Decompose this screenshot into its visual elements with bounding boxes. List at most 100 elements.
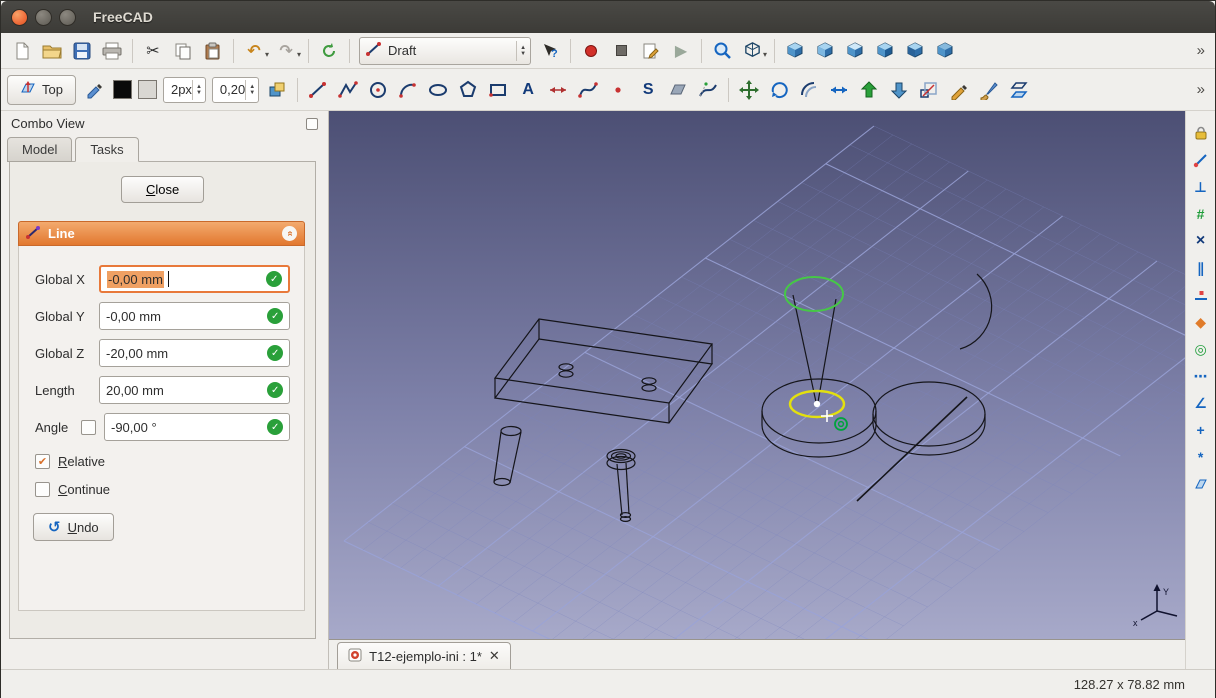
text-scale-spinbox[interactable]: 0,20 ▲▼	[212, 77, 259, 103]
set-style-icon[interactable]	[80, 76, 110, 104]
paste-icon[interactable]	[198, 37, 228, 65]
right-view-icon[interactable]	[870, 37, 900, 65]
refresh-icon[interactable]	[314, 37, 344, 65]
maximize-window-button[interactable]	[59, 9, 76, 26]
draft-text-icon[interactable]: A	[513, 76, 543, 104]
draft-downgrade-icon[interactable]	[884, 76, 914, 104]
undo-menu-arrow-icon[interactable]: ▾	[265, 50, 269, 59]
angle-lock-checkbox[interactable]	[81, 420, 96, 435]
viewport-background	[329, 111, 1185, 639]
snap-grid-icon[interactable]: #	[1189, 202, 1213, 226]
text-scale-arrows-icon[interactable]: ▲▼	[245, 80, 255, 100]
draft-offset-icon[interactable]	[794, 76, 824, 104]
autogroup-icon[interactable]	[262, 76, 292, 104]
global-y-row: Global Y -0,00 mm ✓	[35, 302, 290, 330]
draft-shapestring-icon[interactable]: S	[633, 76, 663, 104]
draft-scale-icon[interactable]	[914, 76, 944, 104]
snap-perpendicular-icon[interactable]: ⊥	[1189, 175, 1213, 199]
zoom-fit-icon[interactable]	[707, 37, 737, 65]
draft-ellipse-icon[interactable]	[423, 76, 453, 104]
axonometric-view-icon[interactable]	[780, 37, 810, 65]
line-task-header[interactable]: Line «	[18, 221, 305, 246]
draft-point-icon[interactable]	[603, 76, 633, 104]
draft-line-icon[interactable]	[303, 76, 333, 104]
global-x-input[interactable]: -0,00 mm ✓	[99, 265, 290, 293]
document-tab[interactable]: T12-ejemplo-ini : 1* ✕	[337, 642, 511, 669]
snap-intersection-icon[interactable]: ×	[1189, 229, 1213, 253]
panel-float-icon[interactable]	[306, 118, 318, 130]
global-y-input[interactable]: -0,00 mm ✓	[99, 302, 290, 330]
working-plane-button[interactable]: Top	[7, 75, 76, 105]
close-window-button[interactable]	[11, 9, 28, 26]
snap-midpoint-icon[interactable]: +	[1189, 418, 1213, 442]
top-view-icon[interactable]	[840, 37, 870, 65]
close-task-button[interactable]: Close	[121, 176, 204, 203]
draft-rotate-icon[interactable]	[764, 76, 794, 104]
redo-menu-arrow-icon[interactable]: ▾	[297, 50, 301, 59]
front-view-icon[interactable]	[810, 37, 840, 65]
minimize-window-button[interactable]	[35, 9, 52, 26]
cut-icon[interactable]: ✂	[138, 37, 168, 65]
rear-view-icon[interactable]	[900, 37, 930, 65]
workbench-selector-arrows-icon[interactable]: ▲▼	[516, 41, 526, 61]
snap-special-icon[interactable]: ◆	[1189, 310, 1213, 334]
draft-rectangle-icon[interactable]	[483, 76, 513, 104]
draft-wire-icon[interactable]	[333, 76, 363, 104]
close-tab-icon[interactable]: ✕	[489, 648, 500, 664]
new-document-icon[interactable]	[7, 37, 37, 65]
draft-bezier-icon[interactable]	[693, 76, 723, 104]
snap-near-icon[interactable]	[1189, 283, 1213, 307]
snap-angle-icon[interactable]: ∠	[1189, 391, 1213, 415]
toolbar-overflow-icon[interactable]: »	[1193, 42, 1209, 59]
snap-parallel-icon[interactable]: ∥	[1189, 256, 1213, 280]
collapse-section-icon[interactable]: «	[282, 226, 297, 241]
tab-model[interactable]: Model	[7, 137, 72, 162]
snap-lock-icon[interactable]	[1189, 121, 1213, 145]
line-task-section: Line « Global X -0,00 mm ✓	[18, 221, 305, 611]
macro-edit-icon[interactable]	[636, 37, 666, 65]
draft-circle-icon[interactable]	[363, 76, 393, 104]
toolbar-overflow-icon[interactable]: »	[1193, 81, 1209, 98]
open-document-icon[interactable]	[37, 37, 67, 65]
angle-input[interactable]: -90,00 ° ✓	[104, 413, 290, 441]
continue-checkbox[interactable]	[35, 482, 50, 497]
draft-polygon-icon[interactable]	[453, 76, 483, 104]
draft-move-icon[interactable]	[734, 76, 764, 104]
draft-shape2dview-icon[interactable]	[1004, 76, 1034, 104]
draft-apply-style-icon[interactable]	[974, 76, 1004, 104]
line-color-swatch[interactable]	[113, 80, 132, 99]
face-color-swatch[interactable]	[138, 80, 157, 99]
relative-checkbox[interactable]	[35, 454, 50, 469]
snap-dimensions-icon[interactable]: ⋯	[1189, 364, 1213, 388]
save-icon[interactable]	[67, 37, 97, 65]
length-input[interactable]: 20,00 mm ✓	[99, 376, 290, 404]
snap-ortho-icon[interactable]: *	[1189, 445, 1213, 469]
global-z-input[interactable]: -20,00 mm ✓	[99, 339, 290, 367]
print-icon[interactable]	[97, 37, 127, 65]
draft-dimension-icon[interactable]	[543, 76, 573, 104]
copy-icon[interactable]	[168, 37, 198, 65]
draft-facebinder-icon[interactable]	[663, 76, 693, 104]
draw-style-arrow-icon[interactable]: ▾	[763, 50, 767, 59]
macro-play-icon[interactable]: ▶	[666, 37, 696, 65]
draft-edit-icon[interactable]	[944, 76, 974, 104]
snap-working-plane-icon[interactable]	[1189, 472, 1213, 496]
draft-bspline-icon[interactable]	[573, 76, 603, 104]
bottom-view-icon[interactable]	[930, 37, 960, 65]
3d-viewport[interactable]: Y x	[329, 111, 1185, 639]
draft-upgrade-icon[interactable]	[854, 76, 884, 104]
macro-stop-icon[interactable]	[606, 37, 636, 65]
workbench-selector[interactable]: Draft ▲▼	[359, 37, 531, 65]
line-width-spinbox[interactable]: 2px ▲▼	[163, 77, 206, 103]
line-width-arrows-icon[interactable]: ▲▼	[192, 80, 202, 100]
undo-button[interactable]: ↺ Undo	[33, 513, 114, 541]
snap-endpoint-icon[interactable]	[1189, 148, 1213, 172]
macro-record-icon[interactable]	[576, 37, 606, 65]
tab-tasks[interactable]: Tasks	[75, 137, 138, 162]
draft-arc-icon[interactable]	[393, 76, 423, 104]
freecad-document-icon	[348, 648, 362, 665]
global-y-value: -0,00 mm	[106, 309, 263, 324]
whats-this-icon[interactable]: ?	[535, 37, 565, 65]
draft-trimex-icon[interactable]	[824, 76, 854, 104]
snap-center-icon[interactable]: ◎	[1189, 337, 1213, 361]
